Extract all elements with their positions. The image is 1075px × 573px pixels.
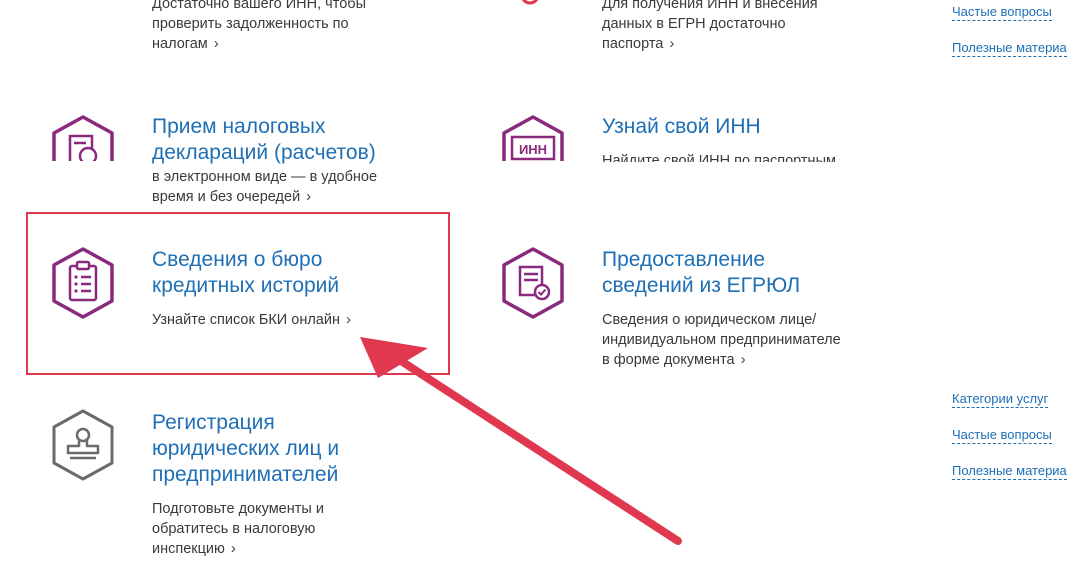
annotation-arrow [360, 337, 682, 545]
